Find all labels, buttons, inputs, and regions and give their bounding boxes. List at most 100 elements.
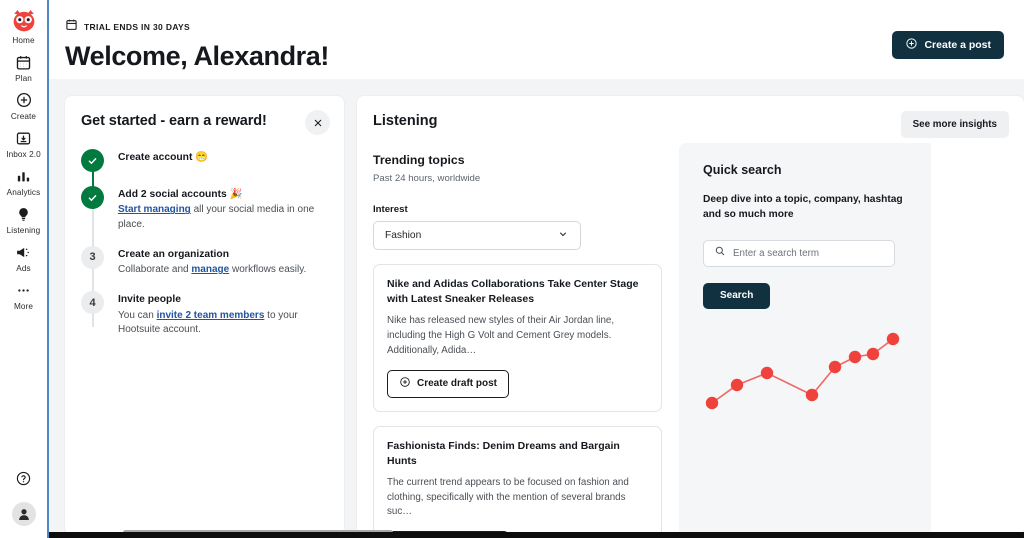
search-icon	[714, 244, 726, 262]
sidebar-item-home[interactable]: Home	[0, 6, 48, 49]
inbox-icon	[14, 128, 34, 148]
step-body: Invite people You can invite 2 team memb…	[118, 291, 326, 337]
onboarding-step[interactable]: Add 2 social accounts 🎉 Start managing a…	[81, 186, 326, 246]
trending-topic-card[interactable]: Nike and Adidas Collaborations Take Cent…	[373, 264, 662, 412]
lightbulb-icon	[14, 204, 34, 224]
sidebar-item-label: Plan	[15, 74, 32, 83]
manage-link[interactable]: manage	[191, 264, 229, 275]
topic-summary: The current trend appears to be focused …	[387, 476, 629, 518]
sidebar-item-listening[interactable]: Listening	[0, 201, 48, 239]
step-bullet-number: 4	[81, 291, 104, 315]
search-input-wrapper[interactable]	[703, 239, 895, 267]
see-more-insights-button[interactable]: See more insights	[900, 111, 1009, 138]
onboarding-step[interactable]: 3 Create an organization Collaborate and…	[81, 245, 326, 292]
step-bullet-done	[81, 149, 104, 172]
sidebar-item-label: Ads	[16, 264, 31, 273]
topic-headline: Fashionista Finds: Denim Dreams and Barg…	[387, 439, 620, 467]
rail-accent-line	[47, 0, 49, 538]
close-icon	[314, 119, 321, 126]
quick-search-description: Deep dive into a topic, company, hashtag…	[703, 194, 903, 221]
create-post-button[interactable]: Create a post	[892, 31, 1004, 59]
sidebar-item-create[interactable]: Create	[0, 87, 48, 125]
mentions-trend-chart	[697, 325, 912, 420]
trial-text: TRIAL ENDS IN 30 DAYS	[84, 22, 191, 32]
plus-circle-icon	[14, 90, 34, 110]
listening-title: Listening	[373, 113, 438, 129]
step-title: Add 2 social accounts 🎉	[118, 189, 243, 200]
step-bullet-number: 3	[81, 245, 104, 269]
check-icon	[88, 157, 97, 165]
hootsuite-owl-logo	[11, 8, 37, 34]
step-desc-post: workflows easily.	[229, 264, 307, 276]
interest-label: Interest	[373, 204, 408, 215]
trend-line-svg	[705, 332, 900, 409]
step-body: Create an organization Collaborate and m…	[118, 246, 306, 278]
ellipsis-icon	[14, 280, 34, 300]
get-started-title: Get started - earn a reward!	[81, 113, 267, 129]
step-title: Create an organization	[118, 248, 229, 260]
create-draft-post-label: Create draft post	[417, 378, 498, 389]
step-desc-pre: You can	[118, 309, 157, 321]
invite-team-members-link[interactable]: invite 2 team members	[157, 310, 265, 321]
window-bottom-edge	[0, 532, 1024, 538]
step-description: You can invite 2 team members to your Ho…	[118, 309, 326, 337]
search-button[interactable]: Search	[703, 282, 771, 309]
step-title: Invite people	[118, 294, 181, 306]
sidebar-item-ads[interactable]: Ads	[0, 239, 48, 277]
sidebar-item-label: More	[13, 302, 34, 311]
onboarding-step[interactable]: 4 Invite people You can invite 2 team me…	[81, 291, 326, 337]
check-icon	[88, 194, 97, 202]
get-started-card: Get started - earn a reward! Create acco…	[65, 96, 344, 534]
sidebar-item-label: Create	[10, 112, 37, 121]
sidebar-item-label: Inbox 2.0	[6, 150, 41, 159]
interest-selected-value: Fashion	[385, 230, 422, 241]
create-draft-post-button[interactable]: Create draft post	[387, 369, 510, 398]
close-get-started-button[interactable]	[305, 110, 330, 135]
topic-headline: Nike and Adidas Collaborations Take Cent…	[387, 278, 639, 306]
hootsuite-dashboard: Home Plan Create Inbox 2.0 Analytics Lis…	[0, 0, 1024, 538]
plus-circle-icon	[905, 37, 918, 53]
question-circle-icon	[14, 468, 34, 488]
sidebar-item-label: Analytics	[6, 188, 41, 197]
listening-left-column: Listening Trending topics Past 24 hours,…	[357, 96, 679, 535]
create-post-label: Create a post	[924, 39, 991, 51]
dashboard-content: Get started - earn a reward! Create acco…	[48, 79, 1024, 538]
sidebar-item-analytics[interactable]: Analytics	[0, 163, 48, 201]
trial-banner: TRIAL ENDS IN 30 DAYS	[65, 18, 329, 36]
bar-chart-icon	[14, 166, 34, 186]
search-input[interactable]	[733, 247, 884, 259]
trending-topics-title: Trending topics	[373, 153, 465, 167]
onboarding-step[interactable]: Create account 😁	[81, 149, 326, 186]
page-header: TRIAL ENDS IN 30 DAYS Welcome, Alexandra…	[48, 0, 1024, 79]
header-left: TRIAL ENDS IN 30 DAYS Welcome, Alexandra…	[65, 18, 329, 72]
sidebar-item-label: Listening	[6, 226, 41, 235]
megaphone-icon	[14, 242, 34, 262]
step-description: Collaborate and manage workflows easily.	[118, 263, 306, 277]
quick-search-panel: Quick search Deep dive into a topic, com…	[679, 143, 931, 535]
quick-search-title: Quick search	[703, 163, 782, 177]
sidebar-item-more[interactable]: More	[0, 277, 48, 315]
sidebar-item-label: Home	[12, 36, 35, 45]
calendar-icon	[65, 18, 78, 36]
plus-circle-icon	[399, 376, 411, 391]
start-managing-link[interactable]: Start managing	[118, 204, 191, 215]
sidebar-item-inbox[interactable]: Inbox 2.0	[0, 125, 48, 163]
onboarding-steps: Create account 😁 Add 2 social accounts 🎉	[81, 149, 326, 337]
chevron-down-icon	[557, 228, 569, 243]
step-body: Create account 😁	[118, 149, 208, 172]
step-body: Add 2 social accounts 🎉 Start managing a…	[118, 186, 326, 232]
user-avatar[interactable]	[11, 502, 36, 526]
sidebar-item-plan[interactable]: Plan	[0, 49, 48, 87]
trending-topic-card[interactable]: Fashionista Finds: Denim Dreams and Barg…	[373, 425, 662, 535]
interest-select[interactable]: Fashion	[373, 221, 581, 250]
step-title: Create account 😁	[118, 152, 209, 163]
user-avatar-icon	[18, 509, 29, 520]
listening-panel: Listening Trending topics Past 24 hours,…	[357, 96, 1024, 535]
trending-topics-subtitle: Past 24 hours, worldwide	[373, 173, 481, 184]
main-area: TRIAL ENDS IN 30 DAYS Welcome, Alexandra…	[48, 0, 1024, 538]
page-title: Welcome, Alexandra!	[65, 41, 329, 71]
calendar-icon	[14, 52, 34, 72]
left-sidebar: Home Plan Create Inbox 2.0 Analytics Lis…	[0, 0, 48, 538]
topic-summary: Nike has released new styles of their Ai…	[387, 315, 615, 356]
help-button[interactable]	[0, 465, 48, 492]
